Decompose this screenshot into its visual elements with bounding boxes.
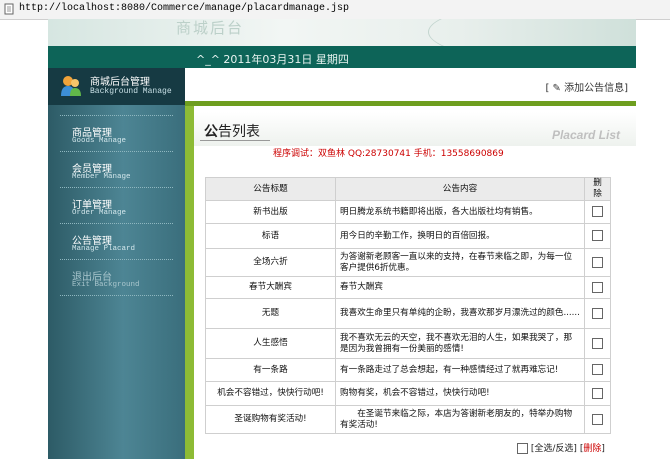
address-bar[interactable]: http://localhost:8080/Commerce/manage/pl… [0,0,670,20]
sidebar-item-order[interactable]: 订单管理 Order Manage [60,188,173,224]
delete-checkbox[interactable] [592,387,603,399]
sidebar-item-en-label: Manage Placard [72,245,136,253]
sidebar-subtitle: Background Manage [90,87,172,96]
sidebar: 商品管理 Goods Manage 会员管理 Member Manage 订单管… [48,105,185,459]
delete-cell [584,223,611,249]
table-row: 无题 我喜欢生命里只有单纯的企盼，我喜欢那岁月漂洗过的颜色...... [205,298,611,329]
sidebar-item-exit[interactable]: 退出后台 Exit Background [60,260,173,296]
sidebar-item-en-label: Exit Background [72,281,140,289]
column-header: 公告内容 [335,177,585,201]
delete-checkbox[interactable] [592,256,603,268]
placard-content: 为答谢新老顾客一直以来的支持，在春节来临之即，为每一位客户提供6折优惠。 [335,248,585,277]
placard-content: 购物有奖，机会不容错过，快快行动吧! [335,381,585,406]
placard-title: 有一条路 [205,358,336,382]
table-row: 春节大酬宾 春节大酬宾 [205,276,611,299]
table-row: 人生感悟 我不喜欢无云的天空，我不喜欢无泪的人生，如果我哭了，那是因为我曾拥有一… [205,328,611,359]
panel-accent [185,106,194,459]
page-title: 公告列表 [204,121,260,141]
sidebar-item-placard[interactable]: 公告管理 Manage Placard [60,224,173,260]
placard-title: 人生感悟 [205,328,336,359]
table-row: 全场六折 为答谢新老顾客一直以来的支持，在春节来临之即，为每一位客户提供6折优惠… [205,248,611,277]
placard-title: 机会不容错过，快快行动吧! [205,381,336,406]
delete-cell [584,200,611,224]
sidebar-item-en-label: Goods Manage [72,137,127,145]
current-date: ^_^ 2011年03月31日 星期四 [196,53,349,66]
table-footer: [全选/反选] [删除] [517,441,605,454]
table-row: 新书出版 明日腾龙系统书籍即将出版，各大出版社均有销售。 [205,200,611,224]
delete-cell [584,405,611,434]
sidebar-item-member[interactable]: 会员管理 Member Manage [60,152,173,188]
delete-link[interactable]: 删除 [583,444,601,454]
users-icon [61,76,81,96]
table-row: 标语 用今日的辛勤工作，换明日的百倍回报。 [205,223,611,249]
delete-cell [584,298,611,329]
placard-title: 无题 [205,298,336,329]
placard-content: 我不喜欢无云的天空，我不喜欢无泪的人生，如果我哭了，那是因为我曾拥有一份美丽的感… [335,328,585,359]
page-title-en: Placard List [551,128,620,142]
delete-cell [584,328,611,359]
delete-checkbox[interactable] [592,364,603,375]
column-header: 删除 [584,177,611,201]
sidebar-item-en-label: Member Manage [72,173,131,181]
select-all-link[interactable]: [全选/反选] [531,444,577,454]
table-row: 圣诞购物有奖活动! 在圣诞节来临之际，本店为答谢新老朋友的，特举办购物有奖活动! [205,405,611,434]
banner-decoration [428,19,636,46]
delete-checkbox[interactable] [592,206,603,217]
toolbar: [ ✎ 添加公告信息] [185,68,636,101]
placard-content: 在圣诞节来临之际，本店为答谢新老朋友的，特举办购物有奖活动! [335,405,585,434]
delete-checkbox[interactable] [592,413,603,425]
sidebar-title: 商城后台管理 [90,77,150,88]
panel-header: 公告列表 Placard List [194,112,636,146]
placard-content: 有一条路走过了总会想起，有一种感情经过了就再难忘记! [335,358,585,382]
select-all-checkbox[interactable] [517,443,528,454]
placard-table: 公告标题 公告内容 删除 新书出版 明日腾龙系统书籍即将出版，各大出版社均有销售… [205,177,611,434]
title-underline [200,140,270,141]
delete-checkbox[interactable] [592,230,603,241]
sidebar-item-goods[interactable]: 商品管理 Goods Manage [60,116,173,152]
placard-content: 春节大酬宾 [335,276,585,299]
url-text[interactable]: http://localhost:8080/Commerce/manage/pl… [19,3,349,14]
placard-title: 圣诞购物有奖活动! [205,405,336,434]
placard-title: 标语 [205,223,336,249]
table-row: 有一条路 有一条路走过了总会想起，有一种感情经过了就再难忘记! [205,358,611,382]
site-banner: 商城后台 [48,19,636,46]
column-header: 公告标题 [205,177,336,201]
sidebar-header: 商城后台管理 Background Manage [48,68,185,105]
sidebar-item-en-label: Order Manage [72,209,127,217]
banner-ghost-text: 商城后台 [176,19,245,37]
page-title-bold: 公 [204,124,218,140]
delete-checkbox[interactable] [592,307,603,319]
placard-title: 新书出版 [205,200,336,224]
placard-content: 用今日的辛勤工作，换明日的百倍回报。 [335,223,585,249]
placard-title: 春节大酬宾 [205,276,336,299]
add-placard-link[interactable]: [ ✎ 添加公告信息] [545,79,628,94]
delete-checkbox[interactable] [592,281,603,293]
page-icon [4,3,14,15]
placard-content: 明日腾龙系统书籍即将出版，各大出版社均有销售。 [335,200,585,224]
placard-title: 全场六折 [205,248,336,277]
table-header-row: 公告标题 公告内容 删除 [205,177,611,201]
delete-checkbox[interactable] [592,337,603,349]
delete-cell [584,248,611,277]
table-row: 机会不容错过，快快行动吧! 购物有奖，机会不容错过，快快行动吧! [205,381,611,406]
delete-cell [584,381,611,406]
delete-bracket-close: ] [601,444,605,454]
placard-content: 我喜欢生命里只有单纯的企盼，我喜欢那岁月漂洗过的颜色...... [335,298,585,329]
delete-cell [584,276,611,299]
page-title-rest: 告列表 [218,124,260,140]
delete-cell [584,358,611,382]
date-bar: ^_^ 2011年03月31日 星期四 [48,46,636,68]
credit-line: 程序调试：双鱼林 QQ:28730741 手机：13558690869 [273,149,504,159]
